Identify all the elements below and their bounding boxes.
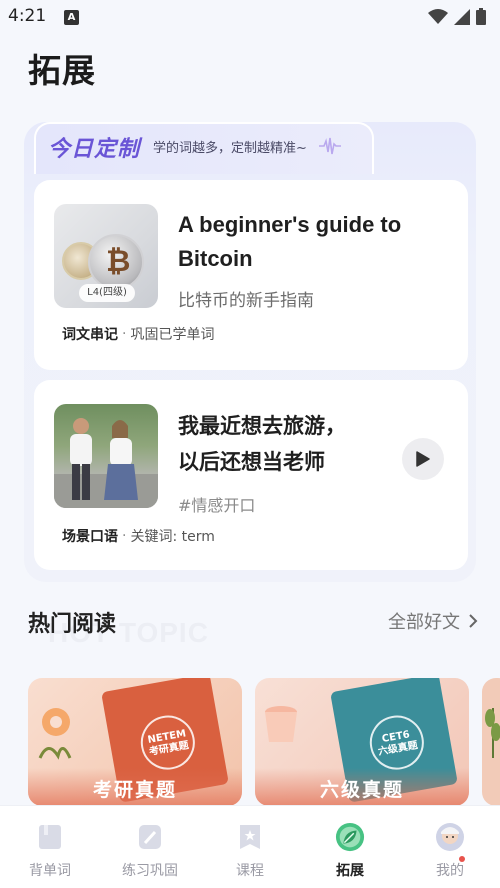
book-card[interactable]: CET6 六级真题 六级真题 bbox=[255, 678, 469, 806]
avatar-icon bbox=[435, 822, 465, 852]
couple-thumbnail bbox=[54, 404, 158, 508]
wifi-icon bbox=[428, 8, 448, 24]
nav-label: 背单词 bbox=[29, 863, 71, 879]
hot-reading-title: 热门阅读 bbox=[28, 612, 117, 637]
bitcoin-image: ₿ bbox=[88, 234, 144, 290]
plant-decoration bbox=[485, 708, 500, 758]
level-badge: L4(四级) bbox=[79, 284, 135, 302]
signal-icon bbox=[454, 8, 470, 25]
status-time: 4:21 bbox=[8, 6, 47, 26]
leaf-icon bbox=[335, 822, 365, 852]
play-button[interactable] bbox=[402, 438, 444, 480]
custom-title: 今日定制 bbox=[48, 137, 141, 162]
page-title: 拓展 bbox=[28, 51, 96, 90]
battery-icon bbox=[476, 8, 486, 25]
cup-decoration bbox=[265, 706, 297, 742]
nav-label: 课程 bbox=[236, 863, 264, 879]
nav-label: 我的 bbox=[436, 863, 464, 879]
article-card[interactable]: ₿ L4(四级) A beginner's guide to Bitcoin 比… bbox=[34, 180, 468, 370]
nav-item-me[interactable]: 我的 bbox=[400, 806, 500, 888]
chevron-right-icon bbox=[469, 614, 478, 628]
article-subtitle: 比特币的新手指南 bbox=[178, 291, 314, 311]
sound-wave-icon bbox=[319, 137, 341, 155]
dialogue-title-line1: 我最近想去旅游， bbox=[178, 414, 346, 438]
nav-item-courses[interactable]: 课程 bbox=[200, 806, 300, 888]
dialogue-title: 我最近想去旅游， 以后还想当老师 bbox=[178, 408, 346, 480]
play-icon bbox=[416, 451, 430, 467]
tape-decoration bbox=[38, 708, 72, 760]
book-card-partial[interactable] bbox=[482, 678, 500, 806]
nav-item-practice[interactable]: 练习巩固 bbox=[100, 806, 200, 888]
article-tag-row: 词文串记 · 巩固已学单词 bbox=[54, 324, 215, 346]
nav-item-vocabulary[interactable]: 背单词 bbox=[0, 806, 100, 888]
pencil-icon bbox=[135, 822, 165, 852]
bookmark-star-icon bbox=[235, 822, 265, 852]
article-tag: 词文串记 bbox=[54, 324, 118, 346]
custom-subtitle: 学的词越多，定制越精准~ bbox=[153, 141, 307, 156]
all-articles-label: 全部好文 bbox=[388, 612, 460, 633]
article-title: A beginner's guide to Bitcoin bbox=[178, 212, 402, 271]
nav-label: 拓展 bbox=[336, 863, 364, 879]
bottom-nav: 背单词 练习巩固 课程 拓展 我的 bbox=[0, 805, 500, 888]
nav-item-extend[interactable]: 拓展 bbox=[300, 806, 400, 888]
notification-dot bbox=[459, 856, 465, 862]
status-icons bbox=[428, 8, 486, 25]
dialogue-tag: 场景口语 bbox=[54, 526, 118, 548]
book-label: 六级真题 bbox=[319, 779, 404, 801]
dialogue-tag-row: 场景口语 · 关键词: term bbox=[54, 526, 215, 548]
dialogue-tag-desc: 关键词: term bbox=[130, 529, 215, 545]
notification-icon: A bbox=[64, 10, 79, 25]
book-icon bbox=[35, 822, 65, 852]
bitcoin-thumbnail: ₿ L4(四级) bbox=[54, 204, 158, 308]
all-articles-link[interactable]: 全部好文 bbox=[388, 608, 478, 634]
book-label: 考研真题 bbox=[92, 779, 177, 801]
status-bar: 4:21 A bbox=[0, 0, 500, 34]
couple-image bbox=[54, 418, 158, 508]
dialogue-title-line2: 以后还想当老师 bbox=[178, 450, 325, 474]
article-tag-desc: 巩固已学单词 bbox=[130, 327, 215, 343]
nav-label: 练习巩固 bbox=[122, 863, 178, 879]
dialogue-hashtag: #情感开口 bbox=[178, 496, 256, 515]
dialogue-card[interactable]: 我最近想去旅游， 以后还想当老师 #情感开口 场景口语 · 关键词: term bbox=[34, 380, 468, 570]
book-card[interactable]: NETEM 考研真题 考研真题 bbox=[28, 678, 242, 806]
